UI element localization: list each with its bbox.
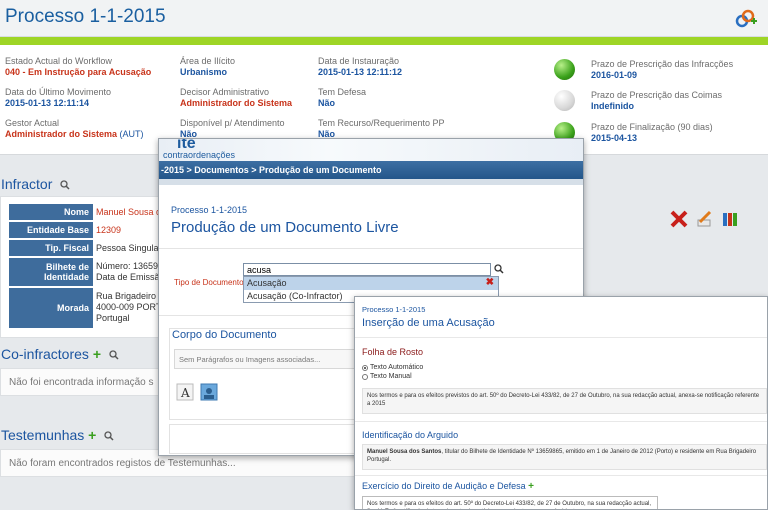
delete-icon[interactable] xyxy=(670,210,688,228)
decision-maker-field: Decisor Administrativo Administrador do … xyxy=(180,87,293,108)
co-infractors-section-title: Co-infractores + xyxy=(1,346,119,362)
divider xyxy=(159,248,583,249)
radio-icon[interactable] xyxy=(362,373,368,380)
divider xyxy=(355,337,767,338)
accusation-insert-window: Processo 1-1-2015 Inserção de uma Acusaç… xyxy=(354,296,768,510)
table-row: Nome Manuel Sousa d xyxy=(9,204,164,220)
hearing-right-title: Exercício do Direito de Audição e Defesa… xyxy=(362,481,534,492)
witnesses-section-title: Testemunhas + xyxy=(1,427,114,443)
autocomplete-option[interactable]: Acusação ✖ xyxy=(244,277,498,290)
table-row: Morada Rua Brigadeiro 4000-009 PORT Portug… xyxy=(9,288,164,328)
status-green-icon xyxy=(554,59,575,80)
appeal-field: Tem Recurso/Requerimento PP Não xyxy=(318,118,445,139)
process-label: Processo 1-1-2015 xyxy=(362,305,426,314)
add-icon[interactable]: + xyxy=(93,346,101,362)
defense-field: Tem Defesa Não xyxy=(318,87,367,108)
start-date-field: Data de Instauração 2015-01-13 12:11:12 xyxy=(318,56,403,77)
share-link-icon[interactable] xyxy=(734,7,758,29)
search-icon[interactable] xyxy=(494,264,504,274)
table-row: Entidade Base 12309 xyxy=(9,222,164,238)
document-type-input[interactable] xyxy=(243,263,491,276)
divider xyxy=(159,179,583,185)
page-header: Processo 1-1-2015 xyxy=(0,0,768,37)
infractor-table: Nome Manuel Sousa d Entidade Base 12309 … xyxy=(9,204,164,329)
cover-sheet-text[interactable]: Nos termos e para os efeitos previstos d… xyxy=(362,388,767,414)
illicit-area-field: Área de Ilícito Urbanismo xyxy=(180,56,236,77)
completion-deadline-field: Prazo de Finalização (90 dias) 2015-04-1… xyxy=(591,122,713,143)
fine-prescription-field: Prazo de Prescrição das Coimas Indefinid… xyxy=(591,90,723,111)
page-title: Processo 1-1-2015 xyxy=(5,6,166,27)
current-manager-field: Gestor Actual Administrador do Sistema (… xyxy=(5,118,144,139)
add-icon[interactable]: + xyxy=(528,481,534,492)
books-icon[interactable] xyxy=(722,210,740,228)
add-text-icon[interactable]: A xyxy=(176,383,194,401)
table-row: Tip. Fiscal Pessoa Singular xyxy=(9,240,164,256)
infractor-section-title: Infractor xyxy=(1,176,70,192)
status-bar xyxy=(0,37,768,45)
manual-text-radio[interactable]: Texto Manual xyxy=(362,373,412,380)
breadcrumb[interactable]: -2015 > Documentos > Produção de um Docu… xyxy=(159,161,583,179)
divider xyxy=(355,475,767,476)
auto-text-radio[interactable]: Texto Automático xyxy=(362,364,423,371)
svg-text:A: A xyxy=(180,386,190,400)
app-banner: ite contraordenações xyxy=(159,139,583,161)
defendant-id-title: Identificação do Arguido xyxy=(362,430,459,440)
paragraphs-list: Sem Parágrafos ou Imagens associadas... xyxy=(174,349,364,369)
workflow-state-field: Estado Actual do Workflow 040 - Em Instr… xyxy=(5,56,152,77)
close-icon[interactable]: ✖ xyxy=(486,278,494,288)
add-image-icon[interactable] xyxy=(200,383,218,401)
cover-sheet-title: Folha de Rosto xyxy=(362,347,424,357)
window-title: Produção de um Documento Livre xyxy=(171,219,399,236)
search-icon[interactable] xyxy=(109,350,119,360)
infraction-prescription-field: Prazo de Prescrição das Infracções 2016-… xyxy=(591,59,734,80)
defendant-id-text[interactable]: Manuel Sousa dos Santos, titular do Bilh… xyxy=(362,444,767,470)
radio-icon[interactable] xyxy=(362,364,368,371)
window-title: Inserção de uma Acusação xyxy=(362,317,495,329)
table-row: Bilhete de Identidade Número: 13659 Data … xyxy=(9,258,164,286)
last-movement-field: Data do Último Movimento 2015-01-13 12:1… xyxy=(5,87,112,108)
document-type-label: Tipo de Documento xyxy=(174,278,244,287)
status-grey-icon xyxy=(554,90,575,111)
edit-icon[interactable] xyxy=(696,210,714,228)
hearing-right-text[interactable]: Nos termos e para os efeitos do art. 50º… xyxy=(362,496,658,509)
document-body-title: Corpo do Documento xyxy=(172,329,277,341)
search-icon[interactable] xyxy=(60,180,70,190)
available-field: Disponível p/ Atendimento Não xyxy=(180,118,285,139)
divider xyxy=(355,421,767,422)
add-icon[interactable]: + xyxy=(88,427,96,443)
search-icon[interactable] xyxy=(104,431,114,441)
process-label: Processo 1-1-2015 xyxy=(171,205,248,215)
app-logo-subtitle: contraordenações xyxy=(163,150,236,160)
